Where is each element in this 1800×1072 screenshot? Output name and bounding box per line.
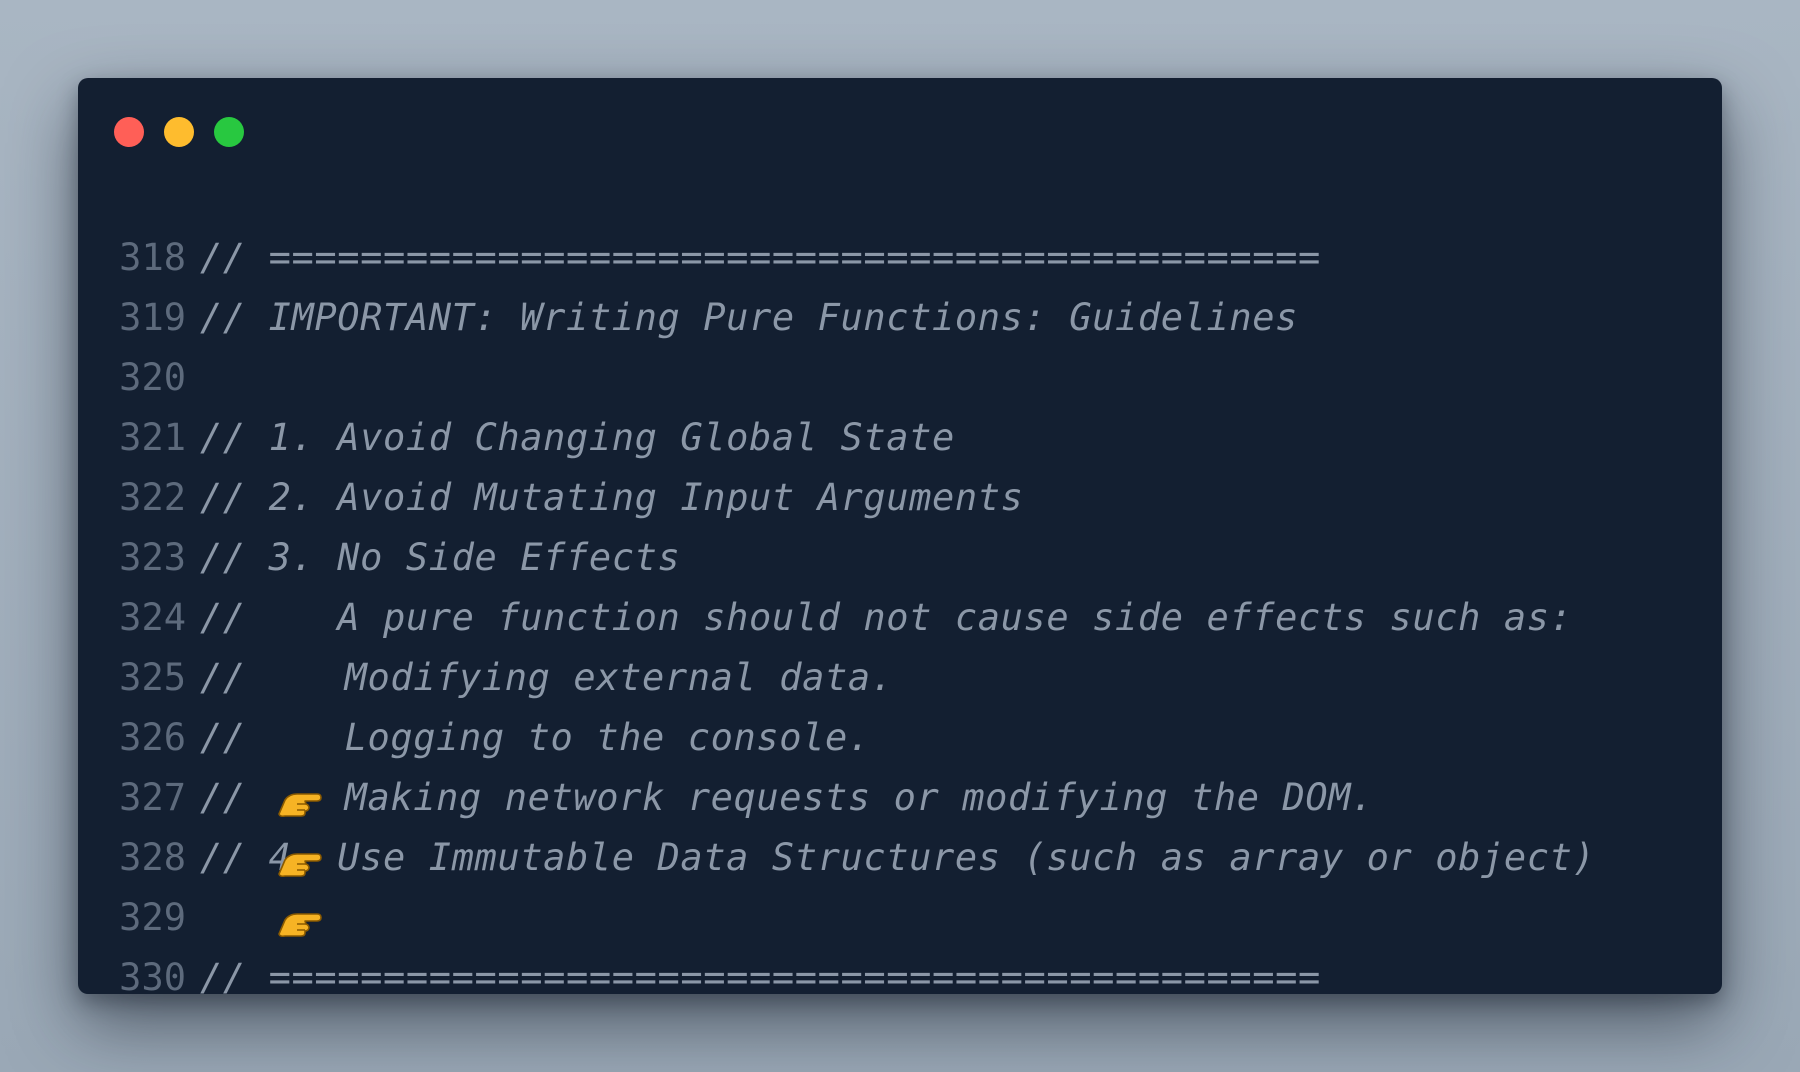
code-comment: // =====================================… (200, 236, 1321, 279)
code-window: 318 // =================================… (78, 78, 1722, 994)
maximize-window-button[interactable] (214, 117, 244, 147)
line-number: 323 (119, 536, 186, 579)
line-number: 328 (119, 836, 186, 879)
line-number: 329 (119, 896, 186, 939)
window-controls (114, 117, 244, 147)
line-number: 325 (119, 656, 186, 699)
code-block: 318 // =================================… (114, 228, 1595, 994)
code-comment: // 2. Avoid Mutating Input Arguments (200, 476, 1024, 519)
line-number: 326 (119, 716, 186, 759)
line-number: 321 (119, 416, 186, 459)
line-number: 320 (119, 356, 186, 399)
code-line: 324 // A pure function should not cause … (114, 588, 1595, 648)
pointing-hand-icon (275, 724, 323, 878)
close-window-button[interactable] (114, 117, 144, 147)
code-line: 322 // 2. Avoid Mutating Input Arguments (114, 468, 1595, 528)
comment-prefix: // (200, 656, 269, 699)
code-comment: Modifying external data. (344, 656, 894, 699)
line-number: 319 (119, 296, 186, 339)
code-comment: // IMPORTANT: Writing Pure Functions: Gu… (200, 296, 1299, 339)
line-number: 327 (119, 776, 186, 819)
code-line: 323 // 3. No Side Effects (114, 528, 1595, 588)
comment-prefix: // (200, 716, 269, 759)
line-number: 318 (119, 236, 186, 279)
comment-prefix: // (200, 776, 269, 819)
line-number: 322 (119, 476, 186, 519)
code-line: 320 (114, 348, 1595, 408)
line-number: 324 (119, 596, 186, 639)
code-line: 318 // =================================… (114, 228, 1595, 288)
pointing-hand-icon (275, 664, 323, 818)
code-comment: Making network requests or modifying the… (344, 776, 1375, 819)
minimize-window-button[interactable] (164, 117, 194, 147)
code-comment: // A pure function should not cause side… (200, 596, 1573, 639)
code-line: 321 // 1. Avoid Changing Global State (114, 408, 1595, 468)
pointing-hand-icon (275, 784, 323, 938)
code-line: 319 // IMPORTANT: Writing Pure Functions… (114, 288, 1595, 348)
code-comment: // 3. No Side Effects (200, 536, 681, 579)
line-number: 330 (119, 956, 186, 994)
code-line: 325 // Modifying external data. (114, 648, 1595, 818)
code-comment: // 1. Avoid Changing Global State (200, 416, 955, 459)
